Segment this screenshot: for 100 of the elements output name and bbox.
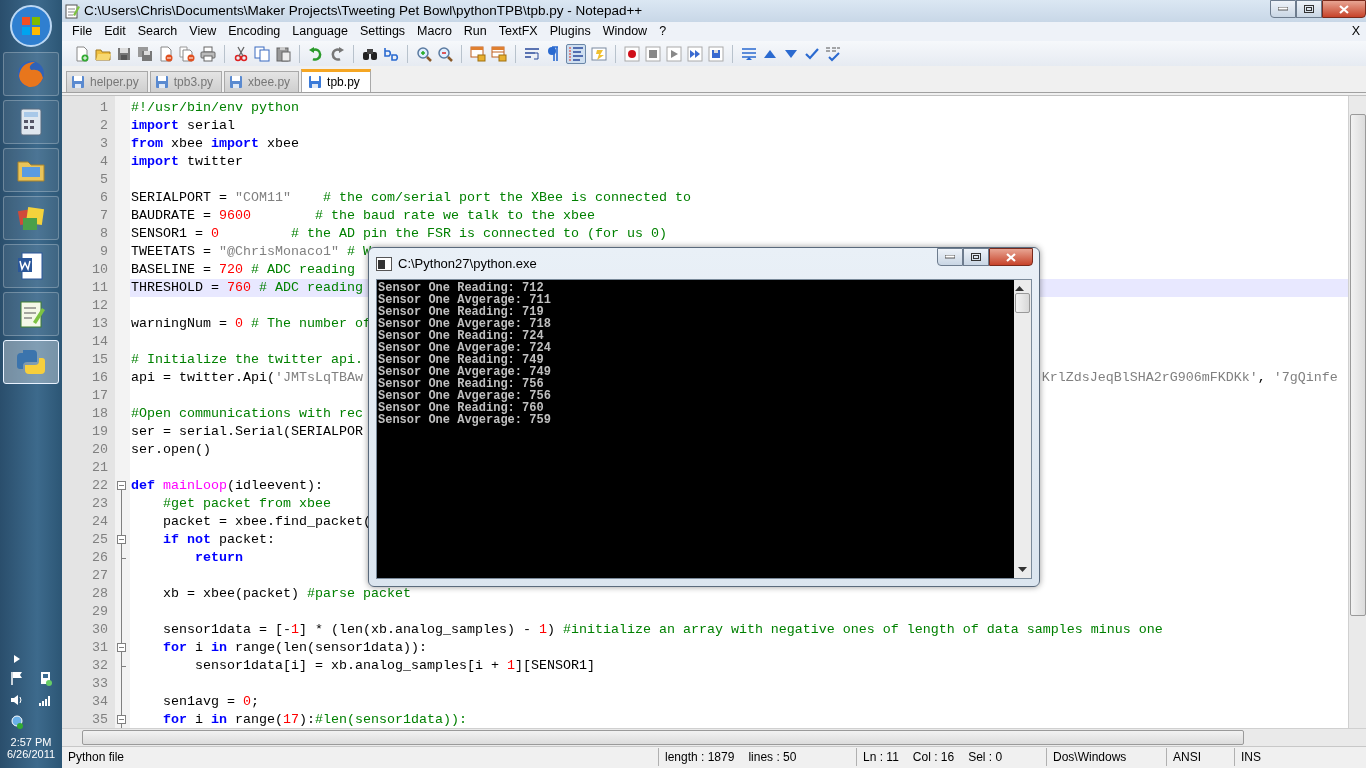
close-button[interactable] <box>1322 0 1366 18</box>
line-ending-label: Dos\Windows <box>1046 748 1166 767</box>
menu-item[interactable]: Plugins <box>543 24 597 39</box>
menu-item[interactable]: ? <box>653 24 673 39</box>
menu-item[interactable]: Window <box>596 24 654 39</box>
close-all-icon[interactable] <box>179 45 195 62</box>
menu-item[interactable]: Macro <box>411 24 458 39</box>
macro-save-icon[interactable] <box>708 45 724 62</box>
spellcheck-icon[interactable] <box>825 45 841 62</box>
zoom-out-icon[interactable] <box>437 45 453 62</box>
stop-icon[interactable] <box>645 45 661 62</box>
console-line: Sensor One Reading: 756 <box>378 378 544 390</box>
scissors-icon[interactable] <box>233 45 249 62</box>
code-line: sen1avg = 0; <box>162 694 259 710</box>
restore-icon <box>971 253 981 261</box>
line-number: 23 <box>91 496 109 512</box>
line-number: 9 <box>99 244 109 260</box>
line-number: 33 <box>91 676 109 692</box>
line-number: 5 <box>99 172 109 188</box>
vertical-scrollbar[interactable] <box>1348 95 1366 728</box>
save-all-icon[interactable] <box>137 45 153 62</box>
console-line: Sensor One Avgerage: 759 <box>378 414 552 426</box>
taskbar-button[interactable] <box>3 340 59 384</box>
code-line: return <box>194 550 243 566</box>
play-icon[interactable] <box>666 45 682 62</box>
notepad-icon <box>64 2 80 19</box>
code-line: import serial <box>131 118 235 134</box>
menu-item[interactable]: Language <box>286 24 354 39</box>
speaker-icon[interactable] <box>9 692 25 708</box>
line-number: 11 <box>91 280 109 296</box>
maximize-button[interactable] <box>963 248 989 266</box>
menu-item[interactable]: View <box>183 24 223 39</box>
close-document-button[interactable]: X <box>1351 24 1360 39</box>
scroll-thumb[interactable] <box>1015 293 1030 313</box>
close-icon <box>1339 4 1349 14</box>
menu-item[interactable]: Settings <box>353 24 412 39</box>
start-orb-icon[interactable] <box>9 4 53 48</box>
indent-guide-toggle[interactable] <box>566 43 586 64</box>
scroll-down-icon[interactable] <box>1018 567 1027 573</box>
close-button[interactable] <box>989 248 1033 266</box>
network-globe-icon[interactable] <box>9 714 25 730</box>
copy-icon[interactable] <box>254 45 270 62</box>
line-number: 2 <box>99 118 109 134</box>
code-line: KrlZdsJeqBlSHA2rG906mFKDKk', '7gQinfe <box>1041 369 1338 387</box>
menu-item[interactable]: File <box>66 24 99 39</box>
pilcrow-icon[interactable] <box>545 45 561 62</box>
expand-triangle-icon[interactable] <box>13 654 21 664</box>
code-line: #get packet from xbee <box>162 496 331 512</box>
clock-time[interactable]: 2:57 PM <box>6 736 56 748</box>
paste-icon[interactable] <box>275 45 291 62</box>
scroll-thumb[interactable] <box>82 729 1244 745</box>
fold-toggle-icon[interactable] <box>117 642 126 652</box>
scroll-up-icon[interactable] <box>1015 285 1024 291</box>
maximize-button[interactable] <box>1296 0 1322 18</box>
fold-toggle-icon[interactable] <box>117 714 126 724</box>
code-line: for i in range(len(sensor1data)): <box>162 640 427 656</box>
redo-icon[interactable] <box>329 45 345 62</box>
console-line: Sensor One Avgerage: 718 <box>378 318 552 330</box>
minimize-button[interactable] <box>937 248 963 266</box>
minimize-button[interactable] <box>1270 0 1296 18</box>
line-number: 24 <box>91 514 109 530</box>
window-lock-icon[interactable] <box>470 45 486 62</box>
print-icon[interactable] <box>200 45 216 62</box>
undo-icon[interactable] <box>308 45 324 62</box>
fold-toggle-icon[interactable] <box>117 480 126 490</box>
collapse-lines-icon[interactable] <box>741 45 757 62</box>
code-line: SERIALPORT = "COM11" # the com/serial port the XBee is connected to <box>131 190 691 206</box>
save-icon[interactable] <box>116 45 132 62</box>
close-file-icon[interactable] <box>158 45 174 62</box>
flag-icon[interactable] <box>9 670 25 686</box>
line-number: 1 <box>99 100 109 116</box>
zoom-in-icon[interactable] <box>416 45 432 62</box>
fold-toggle-icon[interactable] <box>117 534 126 544</box>
menu-item[interactable]: TextFX <box>492 24 544 39</box>
line-number: 27 <box>91 568 109 584</box>
code-line: xb = xbee(packet) #parse packet <box>162 586 411 602</box>
scroll-thumb[interactable] <box>1349 113 1366 616</box>
encoding-label: ANSI <box>1166 748 1234 767</box>
code-line: THRESHOLD = 760 # ADC reading <box>131 280 363 296</box>
console-line: Sensor One Avgerage: 756 <box>378 390 552 402</box>
menu-item[interactable]: Encoding <box>222 24 287 39</box>
menu-item[interactable]: Edit <box>98 24 132 39</box>
code-line: SENSOR1 = 0 # the AD pin the FSR is connected to (for us 0) <box>131 226 667 242</box>
wrap-lines-icon[interactable] <box>524 45 540 62</box>
line-position-label: Ln : 11 <box>863 750 899 765</box>
record-icon[interactable] <box>624 45 640 62</box>
code-line: def mainLoop(idleevent): <box>131 478 323 494</box>
menu-item[interactable]: Search <box>131 24 184 39</box>
menu-item[interactable]: Run <box>457 24 493 39</box>
file-tab[interactable]: tpb.py <box>301 68 371 92</box>
replace-icon[interactable] <box>383 45 399 62</box>
selection-label: Sel : 0 <box>968 750 1003 765</box>
console-scrollbar[interactable] <box>1014 280 1031 578</box>
console-line: Sensor One Reading: 712 <box>378 282 544 294</box>
line-number: 29 <box>91 604 109 620</box>
indent-guide-icon <box>568 45 584 62</box>
windows-lock-icon[interactable] <box>491 45 507 62</box>
fast-forward-icon[interactable] <box>687 45 703 62</box>
clock-date[interactable]: 6/26/2011 <box>6 748 56 760</box>
new-file-icon[interactable] <box>74 45 90 62</box>
